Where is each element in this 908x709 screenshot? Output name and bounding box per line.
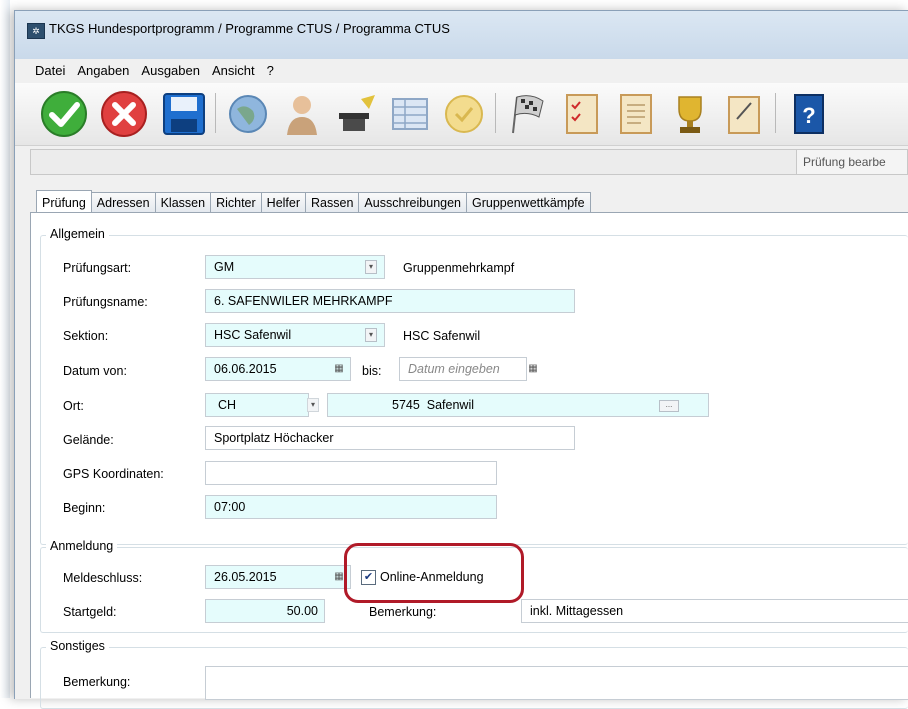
startgeld-field[interactable]: 50.00 (205, 599, 325, 623)
menu-angaben[interactable]: Angaben (71, 59, 135, 83)
sektion-dropdown-icon[interactable]: ▾ (365, 328, 377, 342)
pruefungsart-description: Gruppenmehrkampf (403, 261, 515, 275)
ort-plz: 5745 (392, 398, 420, 412)
pruefungsname-field[interactable]: 6. SAFENWILER MEHRKAMPF (205, 289, 575, 313)
window-title: TKGS Hundesportprogramm / Programme CTUS… (49, 21, 450, 36)
menu-ausgaben[interactable]: Ausgaben (135, 59, 206, 83)
wizard-icon[interactable] (331, 89, 381, 139)
person-icon[interactable] (277, 89, 327, 139)
sektion-select[interactable]: HSC Safenwil (205, 323, 385, 347)
svg-text:?: ? (802, 103, 815, 128)
sektion-description: HSC Safenwil (403, 329, 481, 343)
pruefungsname-label: Prüfungsname: (63, 295, 148, 309)
group-sonstiges-title: Sonstiges (46, 639, 109, 653)
ok-icon[interactable] (39, 89, 89, 139)
tab-klassen[interactable]: Klassen (154, 192, 212, 213)
tab-strip: Prüfung Adressen Klassen Richter Helfer … (36, 190, 591, 214)
tab-gruppenwettkaempfe[interactable]: Gruppenwettkämpfe (466, 192, 591, 213)
title-bar: ✲ TKGS Hundesportprogramm / Programme CT… (15, 11, 908, 59)
datum-bis-field[interactable]: Datum eingeben (399, 357, 527, 381)
document-icon[interactable] (611, 89, 661, 139)
tab-richter[interactable]: Richter (210, 192, 262, 213)
bemerkung-label: Bemerkung: (369, 605, 437, 619)
pruefungsart-dropdown-icon[interactable]: ▾ (365, 260, 377, 274)
globe-icon[interactable] (223, 89, 273, 139)
table-icon[interactable] (385, 89, 435, 139)
window-left-edge (0, 0, 10, 698)
beginn-label: Beginn: (63, 501, 106, 515)
tab-ausschreibungen[interactable]: Ausschreibungen (358, 192, 468, 213)
tab-content: Allgemein Prüfungsart: GM ▾ Gruppenmehrk… (30, 212, 908, 709)
tab-rassen[interactable]: Rassen (305, 192, 360, 213)
trophy-icon[interactable] (665, 89, 715, 139)
ort-label: Ort: (63, 399, 84, 413)
beginn-field[interactable]: 07:00 (205, 495, 497, 519)
meldeschluss-field[interactable]: 26.05.2015 (205, 565, 351, 589)
highlight-annotation (344, 543, 524, 603)
menu-help[interactable]: ? (261, 59, 280, 83)
ort-country-select[interactable]: CH (205, 393, 309, 417)
gps-field[interactable] (205, 461, 497, 485)
save-icon[interactable] (159, 89, 209, 139)
tab-helfer[interactable]: Helfer (260, 192, 307, 213)
datum-von-label: Datum von: (63, 364, 127, 378)
group-anmeldung-title: Anmeldung (46, 539, 118, 553)
sonstiges-bemerkung-field[interactable] (205, 666, 908, 700)
ort-more-button[interactable]: ... (659, 400, 679, 412)
gelaende-field[interactable]: Sportplatz Höchacker (205, 426, 575, 450)
meldeschluss-label: Meldeschluss: (63, 571, 143, 585)
menu-bar: Datei Angaben Ausgaben Ansicht? (15, 59, 908, 83)
help-book-icon[interactable]: ? (783, 89, 833, 139)
sektion-label: Sektion: (63, 329, 109, 343)
ort-country-dropdown-icon[interactable]: ▾ (307, 398, 319, 412)
group-allgemein-title: Allgemein (46, 227, 109, 241)
tab-pruefung[interactable]: Prüfung (36, 190, 92, 213)
status-bar: Prüfung bearbe (30, 149, 908, 175)
ort-name: Safenwil (426, 398, 475, 412)
clipboard-icon[interactable] (719, 89, 769, 139)
checklist-icon[interactable] (557, 89, 607, 139)
toolbar: ? (15, 83, 908, 146)
calendar-icon[interactable]: ▦ (333, 363, 345, 375)
anmeldung-bemerkung-field[interactable]: inkl. Mittagessen (521, 599, 908, 623)
pruefungsart-select[interactable]: GM (205, 255, 385, 279)
cancel-icon[interactable] (99, 89, 149, 139)
startgeld-label: Startgeld: (63, 605, 117, 619)
calendar-icon[interactable]: ▦ (527, 363, 539, 375)
menu-datei[interactable]: Datei (15, 59, 71, 83)
tab-adressen[interactable]: Adressen (90, 192, 156, 213)
gelaende-label: Gelände: (63, 433, 114, 447)
sonstiges-bemerkung-label: Bemerkung: (63, 675, 131, 689)
flag-icon[interactable] (503, 89, 553, 139)
badge-icon[interactable] (439, 89, 489, 139)
menu-ansicht[interactable]: Ansicht (206, 59, 261, 83)
gps-label: GPS Koordinaten: (63, 467, 164, 481)
datum-von-field[interactable]: 06.06.2015 (205, 357, 351, 381)
bis-label: bis: (362, 364, 382, 378)
pruefungsart-label: Prüfungsart: (63, 261, 132, 275)
app-icon: ✲ (27, 23, 45, 39)
status-text: Prüfung bearbe (796, 150, 907, 174)
ort-field[interactable]: 5745 Safenwil (327, 393, 709, 417)
